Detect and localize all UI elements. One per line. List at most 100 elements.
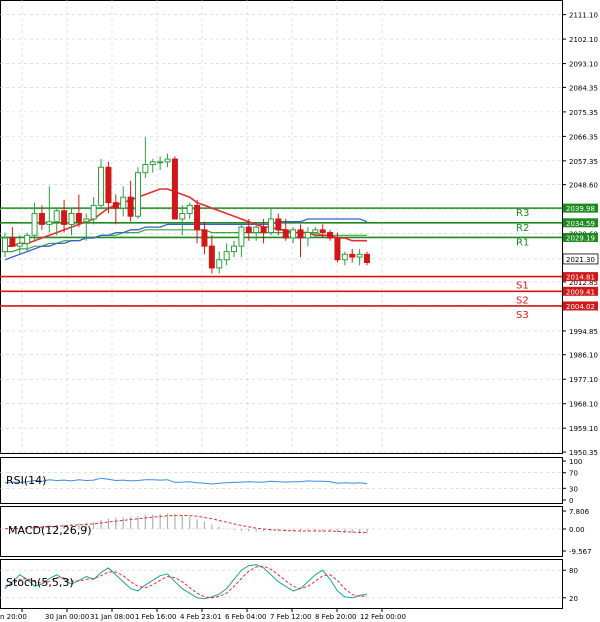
level-label-r3: R3: [516, 208, 529, 219]
candle-body: [231, 245, 238, 253]
level-value-label: 2039.98: [566, 205, 595, 213]
price-tick-label: 1977.10: [569, 376, 598, 384]
candle-body: [2, 237, 8, 253]
candle-body: [267, 218, 274, 234]
rsi-panel: 100 70 30 0: [0, 458, 582, 505]
candle-body: [186, 204, 193, 215]
candle-body: [290, 229, 297, 239]
sub-tick-label: 20: [569, 595, 578, 603]
sub-tick-label: 7.806: [569, 508, 590, 516]
candle-body: [127, 196, 134, 217]
candle-body: [349, 253, 356, 258]
candle-body: [53, 210, 60, 223]
price-tick-label: 1986.10: [569, 352, 598, 360]
candle-body: [208, 245, 215, 269]
candle-body: [75, 213, 82, 223]
price-tick-label: 2066.35: [569, 133, 598, 141]
sub-tick-label: 0: [569, 497, 573, 505]
candle-body: [61, 210, 68, 225]
candle-body: [216, 259, 223, 269]
ma-green-line: [5, 229, 367, 253]
ma-blue-line: [4, 218, 368, 261]
level-label-s3: S3: [516, 310, 529, 321]
candle-body: [238, 226, 245, 247]
candle-body: [120, 196, 127, 209]
sub-tick-label: -9.567: [569, 548, 592, 556]
sub-tick-label: 80: [569, 567, 578, 575]
current-price-label: 2021.30: [566, 256, 595, 264]
stoch-panel: 80 20: [0, 564, 578, 603]
candle-body: [312, 229, 319, 234]
time-tick-label: 4 Feb 23:01: [180, 613, 221, 621]
candle-body: [275, 218, 282, 231]
candle-body: [157, 161, 164, 164]
trading-chart: 2111.10 2102.10 2093.10 2084.35 2075.35 2066.…: [0, 0, 599, 621]
candle-body: [297, 229, 304, 239]
candle-body: [112, 202, 119, 209]
candle-body: [46, 221, 53, 225]
candle-body: [31, 213, 38, 236]
sub-tick-label: 0.00: [569, 526, 585, 534]
price-tick-label: 1994.85: [569, 328, 598, 336]
candle-body: [98, 166, 105, 206]
level-value-label: 2014.81: [566, 274, 595, 282]
candle-body: [68, 213, 75, 225]
candle-body: [9, 237, 16, 247]
candle-body: [253, 226, 260, 234]
panel-frames: [0, 0, 563, 609]
price-tick-label: 2093.10: [569, 61, 598, 69]
candle-body: [364, 253, 370, 263]
candle-body: [356, 253, 363, 258]
candle-body: [90, 204, 97, 220]
time-tick-label: 1 Feb 16:00: [135, 613, 176, 621]
rsi-line: [4, 477, 368, 485]
candle-body: [24, 234, 31, 244]
price-tick-label: 2075.35: [569, 109, 598, 117]
candle-body: [334, 237, 341, 261]
candle-body: [319, 229, 326, 234]
candle-body: [223, 251, 230, 261]
time-tick-label: 12 Feb 00:00: [360, 613, 406, 621]
candle-body: [201, 229, 208, 247]
level-label-r2: R2: [516, 223, 529, 234]
candle-body: [149, 161, 156, 166]
candlesticks: [2, 137, 370, 274]
price-tick-label: 2048.60: [569, 182, 598, 190]
sub-tick-label: 30: [569, 485, 578, 493]
time-tick-label: 30 Jan 00:00: [45, 613, 89, 621]
time-tick-label: 6 Feb 04:00: [225, 613, 266, 621]
price-panel-frame: [0, 0, 563, 454]
current-price-tag: 2021.30: [562, 253, 599, 265]
price-tick-label: 1968.10: [569, 401, 598, 409]
candle-body: [142, 164, 149, 174]
level-value-label: 2009.41: [566, 288, 595, 296]
candle-body: [164, 158, 171, 163]
macd-title: MACD(12,26,9): [8, 524, 92, 537]
sub-tick-label: 100: [569, 458, 582, 466]
time-tick-label: 8 Feb 20:00: [315, 613, 356, 621]
candle-body: [327, 232, 334, 239]
price-tick-label: 2057.35: [569, 158, 598, 166]
price-tick-label: 1950.35: [569, 449, 598, 457]
level-value-label: 2004.02: [566, 303, 595, 311]
candle-body: [304, 232, 311, 239]
sub-tick-label: 70: [569, 470, 578, 478]
candle-body: [105, 166, 112, 204]
level-label-s1: S1: [516, 281, 529, 292]
stoch-title: Stoch(5,5,3): [6, 576, 74, 589]
price-tick-label: 2111.10: [569, 12, 598, 20]
time-tick-label: n 20:00: [0, 613, 27, 621]
candle-body: [245, 226, 252, 234]
candle-body: [16, 242, 23, 247]
time-tick-label: 7 Feb 12:00: [270, 613, 311, 621]
candle-body: [194, 204, 201, 231]
time-tick-label: 31 Jan 08:00: [90, 613, 134, 621]
time-axis: n 20:00 30 Jan 00:00 31 Jan 08:00 1 Feb 16:…: [0, 609, 406, 621]
level-value-label: 2029.19: [566, 234, 595, 242]
moving-averages: [4, 188, 368, 261]
candle-body: [341, 253, 348, 261]
candle-body: [38, 213, 45, 225]
price-tick-label: 2102.10: [569, 36, 598, 44]
level-value-label: 2034.59: [566, 220, 595, 228]
price-tick-label: 2084.35: [569, 84, 598, 92]
